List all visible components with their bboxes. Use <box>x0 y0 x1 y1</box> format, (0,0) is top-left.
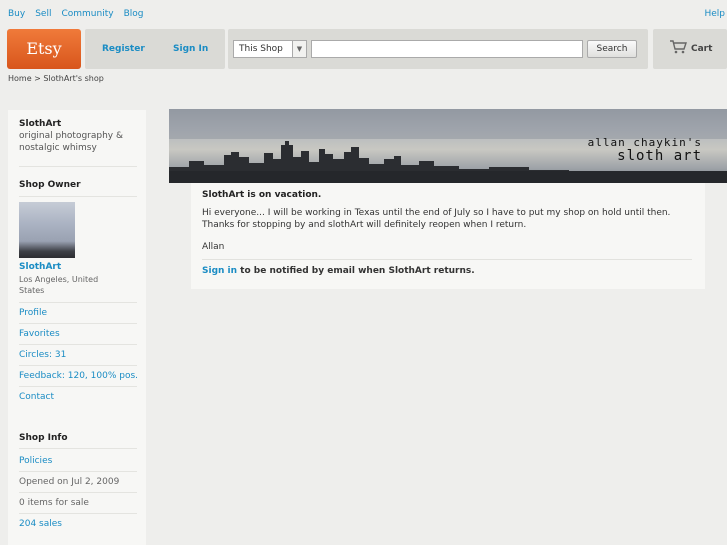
nav-blog-link[interactable]: Blog <box>124 9 144 19</box>
contact-link[interactable]: Contact <box>19 392 54 402</box>
policies-link[interactable]: Policies <box>19 456 52 466</box>
nav-sell-link[interactable]: Sell <box>35 9 51 19</box>
divider <box>19 323 137 324</box>
divider <box>19 196 137 197</box>
shop-owner-heading: Shop Owner <box>19 180 81 190</box>
etsy-logo[interactable]: Etsy <box>7 29 81 69</box>
opened-date: Opened on Jul 2, 2009 <box>19 477 120 487</box>
divider <box>19 448 137 449</box>
banner-line-2: sloth art <box>617 148 702 164</box>
divider <box>202 259 692 260</box>
chevron-down-icon[interactable]: ▼ <box>292 41 306 57</box>
vacation-signature: Allan <box>202 242 225 252</box>
profile-link[interactable]: Profile <box>19 308 47 318</box>
divider <box>19 166 137 167</box>
items-for-sale: 0 items for sale <box>19 498 89 508</box>
notify-message: to be notified by email when SlothArt re… <box>237 266 475 276</box>
vacation-title: SlothArt is on vacation. <box>202 190 322 200</box>
search-scope-select[interactable]: This Shop ▼ <box>233 40 307 58</box>
header: Etsy Register Sign In This Shop ▼ Search… <box>0 29 727 69</box>
search-box: This Shop ▼ Search <box>228 29 648 69</box>
shop-info-heading: Shop Info <box>19 433 68 443</box>
divider <box>19 492 137 493</box>
notify-sign-in-link[interactable]: Sign in <box>202 266 237 276</box>
divider <box>19 513 137 514</box>
sales-link[interactable]: 204 sales <box>19 519 62 529</box>
breadcrumb[interactable]: Home > SlothArt's shop <box>8 74 104 83</box>
search-button[interactable]: Search <box>587 40 637 58</box>
circles-link[interactable]: Circles: 31 <box>19 350 66 360</box>
nav-help-link[interactable]: Help <box>704 9 725 19</box>
feedback-link[interactable]: Feedback: 120, 100% pos. <box>19 371 138 381</box>
favorites-link[interactable]: Favorites <box>19 329 60 339</box>
search-scope-value: This Shop <box>239 44 283 54</box>
notify-text: Sign in to be notified by email when Slo… <box>202 266 475 276</box>
auth-box: Register Sign In <box>85 29 225 69</box>
vacation-notice: SlothArt is on vacation. Hi everyone... … <box>191 183 705 289</box>
shop-name: SlothArt <box>19 119 62 129</box>
owner-location: Los Angeles, United States <box>19 275 99 295</box>
vacation-message: Hi everyone... I will be working in Texa… <box>202 208 671 230</box>
nav-community-link[interactable]: Community <box>61 9 113 19</box>
cart-button[interactable]: Cart <box>653 29 727 69</box>
divider <box>19 302 137 303</box>
top-nav: Buy Sell Community Blog Help <box>8 9 727 21</box>
nav-buy-link[interactable]: Buy <box>8 9 25 19</box>
shop-tagline: original photography & nostalgic whimsy <box>19 131 124 153</box>
sign-in-link[interactable]: Sign In <box>173 29 208 69</box>
register-link[interactable]: Register <box>102 29 145 69</box>
cart-label: Cart <box>691 44 713 54</box>
divider <box>19 344 137 345</box>
cart-icon <box>669 40 687 57</box>
search-input[interactable] <box>311 40 583 58</box>
shop-banner: allan chaykin's sloth art <box>169 109 727 183</box>
divider <box>19 365 137 366</box>
shop-sidebar: SlothArt original photography & nostalgi… <box>8 110 146 545</box>
owner-avatar[interactable] <box>19 202 75 258</box>
divider <box>19 386 137 387</box>
divider <box>19 471 137 472</box>
owner-name-link[interactable]: SlothArt <box>19 262 61 272</box>
